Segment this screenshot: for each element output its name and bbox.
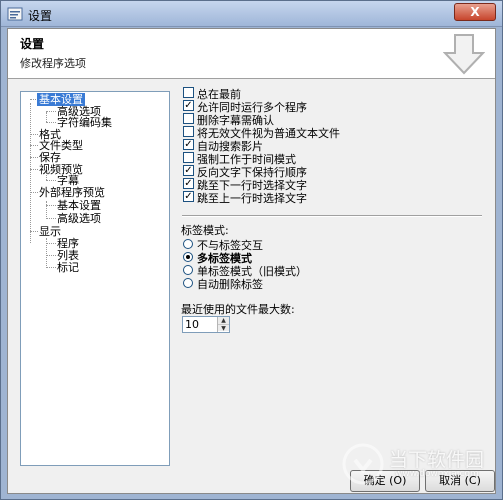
radio[interactable] [183, 278, 193, 288]
watermark: 当下软件园 www.downxia.com [339, 441, 487, 487]
checkbox[interactable]: ✓ [183, 165, 194, 176]
divider [182, 215, 482, 217]
watermark-logo-icon [342, 443, 384, 485]
settings-tree[interactable]: 基本设置 高级选项 字符编码集 格式 文件类型 保存 视频预览 字幕 外部程序预… [20, 91, 170, 466]
tree-item-marks[interactable]: 标记 [55, 261, 81, 274]
recent-files-label: 最近使用的文件最大数: [181, 303, 295, 316]
watermark-text: 当下软件园 [389, 449, 485, 471]
option-label: 跳至上一行时选择文字 [197, 192, 307, 205]
tree-item-label: 标记 [57, 261, 79, 274]
tree-item-label: 字符编码集 [57, 116, 112, 129]
page-subtitle: 修改程序选项 [20, 57, 86, 70]
radio[interactable] [183, 265, 193, 275]
tree-item-label: 高级选项 [57, 212, 101, 225]
checkbox[interactable]: ✓ [183, 178, 194, 189]
radio-label: 自动删除标签 [197, 278, 263, 291]
page-title: 设置 [20, 37, 45, 51]
dialog-header: 设置 修改程序选项 [8, 29, 495, 79]
checkbox[interactable]: ✓ [183, 191, 194, 202]
checkbox[interactable]: ✓ [183, 100, 194, 111]
stepper-down-icon[interactable]: ▼ [218, 324, 229, 332]
tree-item-charset[interactable]: 字符编码集 [55, 116, 114, 129]
checkbox[interactable]: ✓ [183, 139, 194, 150]
radio[interactable] [183, 239, 193, 249]
watermark-url: www.downxia.com [395, 469, 479, 479]
tree-item-external-preview[interactable]: 外部程序预览 [37, 186, 107, 199]
window-title: 设置 [28, 9, 53, 23]
tree-item-label: 外部程序预览 [39, 186, 105, 199]
recent-files-stepper[interactable]: ▲ ▼ [182, 316, 230, 333]
tree-item-external-advanced[interactable]: 高级选项 [55, 212, 103, 225]
tree-item-external-basic[interactable]: 基本设置 [55, 199, 103, 212]
stepper-up-icon[interactable]: ▲ [218, 317, 229, 324]
recent-files-input[interactable] [185, 318, 215, 331]
radio[interactable] [183, 252, 193, 262]
checkbox[interactable] [183, 126, 194, 137]
tag-mode-label: 标签模式: [181, 224, 229, 237]
dialog-body: 设置 修改程序选项 基本设置 高级选项 字符编码集 格式 文件类型 保存 视频预… [7, 28, 496, 494]
checkbox[interactable] [183, 113, 194, 124]
settings-window: 设置 X 设置 修改程序选项 基本设置 高级选项 字符编码集 格式 文件类型 保… [0, 0, 503, 500]
checkbox[interactable] [183, 87, 194, 98]
checkbox[interactable] [183, 152, 194, 163]
app-icon [7, 7, 23, 21]
title-bar[interactable]: 设置 X [1, 1, 502, 27]
down-arrow-icon [443, 34, 485, 75]
close-button[interactable]: X [454, 3, 496, 21]
stepper-buttons: ▲ ▼ [217, 317, 229, 332]
tree-item-label: 基本设置 [57, 199, 101, 212]
